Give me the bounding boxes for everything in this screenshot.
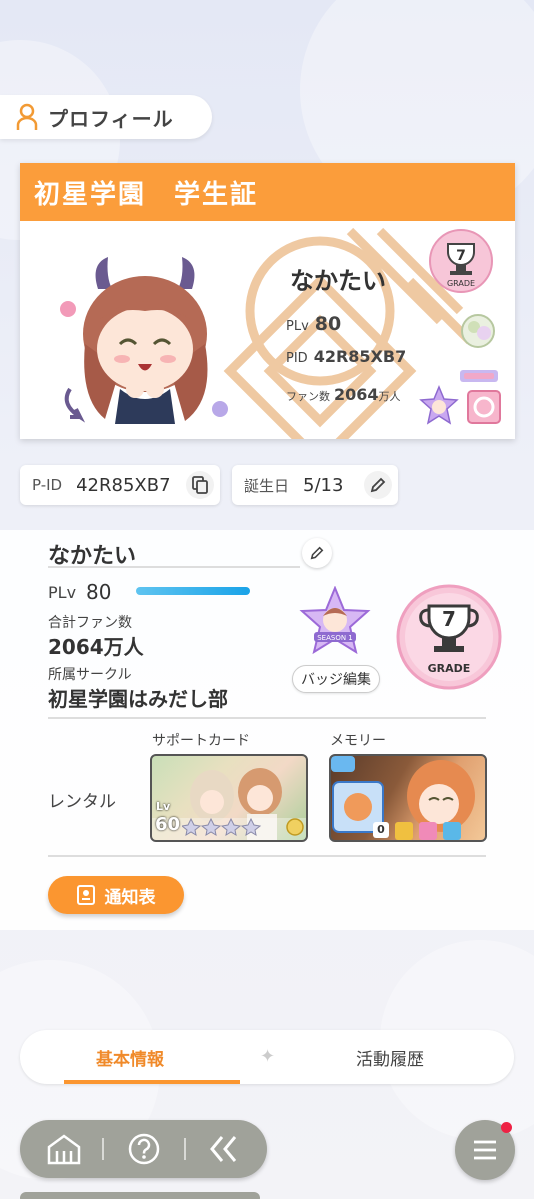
card-season-badge — [419, 385, 459, 425]
student-id-card[interactable]: 初星学園 学生証 なかたい PLv 80 PID 42R85XB7 ファン数 2… — [20, 163, 515, 439]
card-fans-unit: 万人 — [378, 390, 401, 403]
grade-value: 7 — [442, 607, 456, 631]
support-level: 60 — [155, 814, 181, 835]
grade-small-label: GRADE — [447, 279, 475, 288]
card-pid-label: PID — [286, 351, 308, 366]
page-title: プロフィール — [48, 106, 174, 131]
card-player-name: なかたい — [290, 267, 386, 295]
copy-icon — [192, 476, 208, 494]
person-icon — [16, 103, 38, 130]
menu-icon — [474, 1140, 496, 1160]
support-star-icons — [182, 818, 262, 836]
home-button[interactable] — [24, 1120, 104, 1178]
notification-dot — [501, 1122, 512, 1133]
grade-label: GRADE — [428, 662, 471, 675]
back-button[interactable] — [184, 1120, 264, 1178]
circle-value: 初星学園はみだし部 — [48, 687, 228, 711]
season-badge-label: SEASON 1 — [317, 634, 353, 642]
divider — [48, 855, 486, 857]
tab-activity-history[interactable]: 活動履歴 — [290, 1030, 490, 1084]
bottom-nav — [20, 1120, 267, 1178]
help-button[interactable] — [104, 1120, 184, 1178]
birthday-value: 5/13 — [303, 474, 344, 496]
pid-chip: P-ID 42R85XB7 — [20, 465, 220, 505]
card-plv-label: PLv — [286, 319, 309, 334]
memory-card[interactable]: 0 — [329, 754, 487, 842]
pencil-icon — [310, 546, 324, 560]
support-type-icon — [286, 818, 304, 836]
card-flower-icon — [461, 314, 495, 348]
support-card[interactable]: Lv 60 — [150, 754, 308, 842]
season-badge[interactable]: SEASON 1 — [298, 586, 372, 660]
card-title-bar: 初星学園 学生証 — [20, 163, 515, 221]
plv-label: PLv — [48, 583, 77, 602]
card-plv: PLv 80 — [286, 313, 341, 335]
bottom-peek-bar — [20, 1192, 260, 1199]
grade-badge-small: 7 GRADE — [429, 229, 493, 293]
card-fans-label: ファン数 — [286, 390, 330, 403]
report-icon — [76, 885, 95, 905]
rental-label: レンタル — [48, 792, 116, 812]
report-card-button[interactable]: 通知表 — [48, 876, 184, 914]
back-icon — [210, 1136, 237, 1162]
grade-small-value: 7 — [456, 248, 466, 264]
name-edit-button[interactable] — [302, 538, 332, 568]
pencil-icon — [370, 477, 386, 493]
card-title: 初星学園 学生証 — [34, 179, 259, 210]
birthday-chip: 誕生日 5/13 — [232, 465, 398, 505]
card-pink-badge — [467, 390, 501, 424]
divider — [48, 717, 486, 719]
card-banner-icon — [460, 370, 498, 382]
profile-tabs: 基本情報 ✦ 活動履歴 — [20, 1030, 514, 1084]
plv-value: 80 — [86, 580, 112, 604]
name-underline — [48, 566, 300, 568]
support-card-label: サポートカード — [152, 733, 250, 749]
tab-basic-info[interactable]: 基本情報 — [20, 1030, 240, 1084]
pid-chip-label: P-ID — [32, 476, 63, 494]
total-fans-value: 2064万人 — [48, 635, 144, 659]
card-pid-value: 42R85XB7 — [313, 347, 407, 366]
home-icon — [47, 1134, 81, 1165]
memory-card-art — [331, 756, 475, 840]
plv-progress-bar — [136, 587, 250, 595]
card-fans: ファン数 2064万人 — [286, 385, 401, 404]
card-fans-value: 2064 — [334, 385, 379, 404]
help-icon — [128, 1133, 160, 1165]
birthday-edit-button[interactable] — [364, 471, 392, 499]
memory-count: 0 — [373, 822, 389, 838]
grade-badge: 7 GRADE — [396, 584, 502, 690]
tab-separator-icon: ✦ — [260, 1046, 276, 1067]
report-card-label: 通知表 — [104, 887, 156, 908]
copy-button[interactable] — [186, 471, 214, 499]
memory-label: メモリー — [330, 733, 386, 749]
card-plv-value: 80 — [314, 313, 342, 335]
support-level-prefix: Lv — [156, 800, 171, 813]
profile-header: プロフィール — [0, 95, 212, 139]
badge-edit-button[interactable]: バッジ編集 — [292, 665, 380, 693]
birthday-label: 誕生日 — [244, 476, 290, 495]
pid-chip-value: 42R85XB7 — [76, 474, 171, 496]
total-fans-label: 合計ファン数 — [48, 615, 132, 631]
card-pid: PID 42R85XB7 — [286, 347, 406, 366]
character-avatar — [60, 257, 228, 424]
active-tab-indicator — [64, 1080, 240, 1084]
circle-label: 所属サークル — [48, 667, 132, 683]
